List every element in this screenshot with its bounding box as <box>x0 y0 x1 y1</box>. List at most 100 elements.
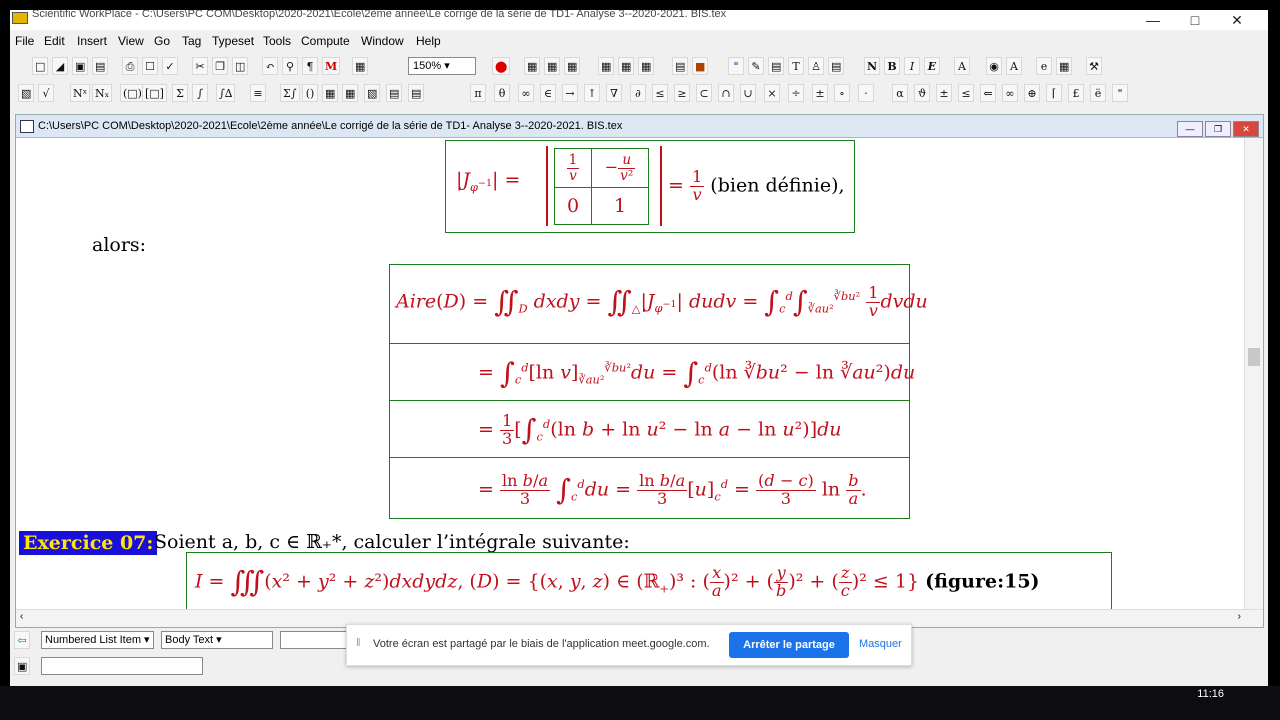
compile-preview-icon[interactable]: ▦ <box>618 57 635 75</box>
bold-icon[interactable]: B <box>884 57 900 75</box>
scroll-left-icon[interactable]: ‹ <box>20 611 23 622</box>
scroll-thumb[interactable] <box>1248 348 1260 366</box>
greek-icon[interactable]: ϑ <box>914 84 930 102</box>
leq-icon[interactable]: ≤ <box>652 84 668 102</box>
delimiters-symbols-icon[interactable]: ⌈ <box>1046 84 1062 102</box>
display-icon[interactable]: ≡ <box>250 84 266 102</box>
zoom-select[interactable]: 150% ▾ <box>408 57 476 75</box>
compile-icon[interactable]: ▦ <box>598 57 615 75</box>
menu-tools[interactable]: Tools <box>263 34 291 48</box>
menu-insert[interactable]: Insert <box>77 34 107 48</box>
misc-symbols-icon[interactable]: ∞ <box>1002 84 1018 102</box>
binary-ops-icon[interactable]: ⊕ <box>1024 84 1040 102</box>
box-icon[interactable]: ▤ <box>408 84 425 102</box>
theta-icon[interactable]: θ <box>494 84 510 102</box>
close-icon[interactable]: ✕ <box>1216 10 1258 30</box>
menu-edit[interactable]: Edit <box>44 34 65 48</box>
save-icon[interactable]: ▣ <box>72 57 89 75</box>
import-icon[interactable]: e <box>1036 57 1052 75</box>
sum-icon[interactable]: Σ <box>172 84 188 102</box>
emphasis-icon[interactable]: E <box>924 57 940 75</box>
operator-icon[interactable]: ∫∆ <box>216 84 236 102</box>
latin-icon[interactable]: £ <box>1068 84 1084 102</box>
back-arrow-icon[interactable]: ⇦ <box>14 631 30 649</box>
compile-pdf-icon[interactable]: ▦ <box>638 57 655 75</box>
print-icon[interactable]: ⎙ <box>122 57 138 75</box>
save-as-icon[interactable]: ▤ <box>92 57 109 75</box>
decoration-icon[interactable]: ▧ <box>364 84 381 102</box>
preview-icon[interactable]: ☐ <box>142 57 158 75</box>
fraction-icon[interactable]: ▧ <box>18 84 35 102</box>
note-icon[interactable]: ✎ <box>748 57 764 75</box>
find-icon[interactable]: ⚲ <box>282 57 298 75</box>
radical-icon[interactable]: √ <box>38 84 54 102</box>
circle-icon[interactable]: ∘ <box>834 84 850 102</box>
menu-go[interactable]: Go <box>154 34 170 48</box>
quote-icon[interactable]: " <box>728 57 744 75</box>
item-tag-select[interactable]: Numbered List Item ▾ <box>41 631 154 649</box>
citation-icon[interactable]: ▤ <box>828 57 845 75</box>
element-of-icon[interactable]: ∈ <box>540 84 556 102</box>
save-small-icon[interactable]: ▣ <box>14 657 31 675</box>
open-file-icon[interactable]: ◢ <box>52 57 68 75</box>
plus-minus-icon[interactable]: ± <box>812 84 828 102</box>
macro-select[interactable] <box>41 657 203 675</box>
tex-field-icon[interactable]: T <box>788 57 804 75</box>
matrix-icon[interactable]: ▦ <box>322 84 339 102</box>
typeset-pdf-icon[interactable]: ▦ <box>564 57 581 75</box>
minimize-icon[interactable]: — <box>1132 10 1174 30</box>
delimiters-icon[interactable]: () <box>302 84 318 102</box>
dot-icon[interactable]: · <box>858 84 874 102</box>
quotes-icon[interactable]: " <box>1112 84 1128 102</box>
book-icon[interactable]: ▤ <box>672 57 689 75</box>
arrows-icon[interactable]: ⇐ <box>980 84 996 102</box>
label-icon[interactable]: ♙ <box>808 57 824 75</box>
negated-icon[interactable]: ≤ <box>958 84 974 102</box>
doc-restore-icon[interactable]: ❐ <box>1205 121 1231 137</box>
field-icon[interactable]: ▤ <box>768 57 785 75</box>
infinity-icon[interactable]: ∞ <box>518 84 534 102</box>
bookmark-icon[interactable]: ■ <box>692 57 709 75</box>
replace-icon[interactable]: A <box>1006 57 1022 75</box>
superscript-icon[interactable]: Nˣ <box>70 84 91 102</box>
binoculars-icon[interactable]: ◉ <box>986 57 1002 75</box>
integral-icon[interactable]: ∫ <box>192 84 208 102</box>
binomial-icon[interactable]: ▦ <box>342 84 359 102</box>
right-arrow-icon[interactable]: → <box>562 84 578 102</box>
partial-icon[interactable]: ∂ <box>630 84 646 102</box>
cut-icon[interactable]: ✂ <box>192 57 208 75</box>
menu-help[interactable]: Help <box>416 34 441 48</box>
label-decoration-icon[interactable]: ▤ <box>386 84 403 102</box>
copy-icon[interactable]: ❐ <box>212 57 228 75</box>
intersection-icon[interactable]: ∩ <box>718 84 734 102</box>
drag-handle-icon[interactable]: ‖ <box>356 637 361 649</box>
scroll-right-icon[interactable]: › <box>1238 611 1241 622</box>
subset-icon[interactable]: ⊂ <box>696 84 712 102</box>
typewriter-icon[interactable]: A <box>954 57 970 75</box>
times-icon[interactable]: × <box>764 84 780 102</box>
maximize-icon[interactable]: □ <box>1174 10 1216 30</box>
accents-icon[interactable]: ë <box>1090 84 1106 102</box>
table-icon[interactable]: ▦ <box>352 57 369 75</box>
new-file-icon[interactable]: □ <box>32 57 49 75</box>
big-operator-icon[interactable]: Σ∫ <box>280 84 300 102</box>
typeset-icon[interactable]: ▦ <box>524 57 541 75</box>
stop-icon[interactable]: ⬤ <box>492 57 511 75</box>
alpha-icon[interactable]: α <box>892 84 908 102</box>
paragraph-icon[interactable]: ¶ <box>302 57 318 75</box>
typeset-preview-icon[interactable]: ▦ <box>544 57 561 75</box>
subscript-icon[interactable]: Nₓ <box>92 84 113 102</box>
divide-icon[interactable]: ÷ <box>788 84 804 102</box>
arrow-icon[interactable]: ↑ <box>584 84 600 102</box>
paste-icon[interactable]: ◫ <box>232 57 249 75</box>
undo-icon[interactable]: ↶ <box>262 57 278 75</box>
menu-view[interactable]: View <box>118 34 144 48</box>
text-tag-select[interactable]: Body Text ▾ <box>161 631 273 649</box>
menu-typeset[interactable]: Typeset <box>212 34 254 48</box>
menu-compute[interactable]: Compute <box>301 34 350 48</box>
math-mode-icon[interactable]: M <box>322 57 341 75</box>
italic-icon[interactable]: I <box>904 57 920 75</box>
hide-button[interactable]: Masquer <box>859 638 902 650</box>
spell-check-icon[interactable]: ✓ <box>162 57 178 75</box>
image-icon[interactable]: ▦ <box>1056 57 1073 75</box>
